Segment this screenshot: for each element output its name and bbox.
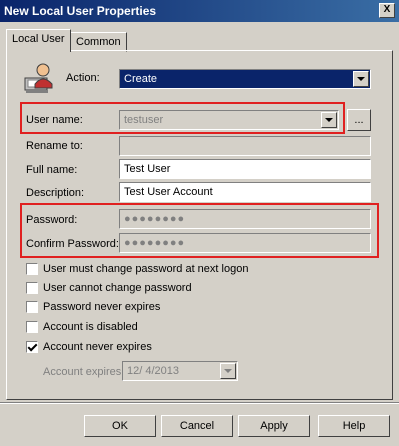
confirm-password-label: Confirm Password:	[26, 238, 119, 250]
chevron-down-icon[interactable]	[321, 112, 337, 128]
username-label: User name:	[26, 114, 83, 126]
checkbox-account-never-expires[interactable]	[26, 341, 38, 353]
user-computer-icon	[24, 63, 53, 93]
password-never-expires-label: Password never expires	[43, 301, 161, 313]
window-title: New Local User Properties	[4, 4, 157, 18]
must-change-password-label: User must change password at next logon	[43, 263, 249, 275]
ok-button[interactable]: OK	[84, 415, 156, 437]
account-never-expires-label: Account never expires	[43, 341, 152, 353]
rename-field[interactable]	[119, 136, 371, 156]
description-value: Test User Account	[124, 186, 213, 198]
fullname-value: Test User	[124, 163, 171, 175]
chevron-down-icon[interactable]	[353, 71, 369, 87]
confirm-password-field[interactable]: ●●●●●●●●	[119, 233, 371, 253]
username-value: testuser	[124, 114, 164, 126]
button-separator	[0, 402, 399, 404]
browse-user-button[interactable]: ...	[347, 109, 371, 131]
description-label: Description:	[26, 187, 85, 199]
password-field[interactable]: ●●●●●●●●	[119, 209, 371, 229]
checkbox-must-change-password[interactable]	[26, 263, 38, 275]
help-button[interactable]: Help	[318, 415, 390, 437]
account-expires-value: 12/ 4/2013	[127, 365, 179, 377]
checkbox-account-disabled[interactable]	[26, 321, 38, 333]
password-label: Password:	[26, 214, 78, 226]
chevron-down-icon[interactable]	[220, 363, 236, 379]
account-expires-label: Account expires:	[43, 366, 125, 378]
checkbox-cannot-change-password[interactable]	[26, 282, 38, 294]
account-expires-date[interactable]: 12/ 4/2013	[122, 361, 238, 381]
password-value: ●●●●●●●●	[124, 213, 186, 225]
close-icon[interactable]: X	[379, 3, 395, 18]
tab-common[interactable]: Common	[70, 32, 127, 52]
action-select[interactable]: Create	[119, 69, 371, 89]
description-field[interactable]: Test User Account	[119, 182, 371, 202]
cancel-button[interactable]: Cancel	[161, 415, 233, 437]
title-bar: New Local User Properties X	[0, 0, 399, 22]
account-disabled-label: Account is disabled	[43, 321, 138, 333]
confirm-password-value: ●●●●●●●●	[124, 237, 186, 249]
apply-button[interactable]: Apply	[238, 415, 310, 437]
checkbox-password-never-expires[interactable]	[26, 301, 38, 313]
fullname-label: Full name:	[26, 164, 78, 176]
tab-local-user[interactable]: Local User	[6, 29, 71, 52]
cannot-change-password-label: User cannot change password	[43, 282, 192, 294]
fullname-field[interactable]: Test User	[119, 159, 371, 179]
action-value: Create	[124, 73, 158, 85]
username-combo[interactable]: testuser	[119, 110, 339, 130]
rename-label: Rename to:	[26, 140, 83, 152]
action-label: Action:	[66, 72, 100, 84]
